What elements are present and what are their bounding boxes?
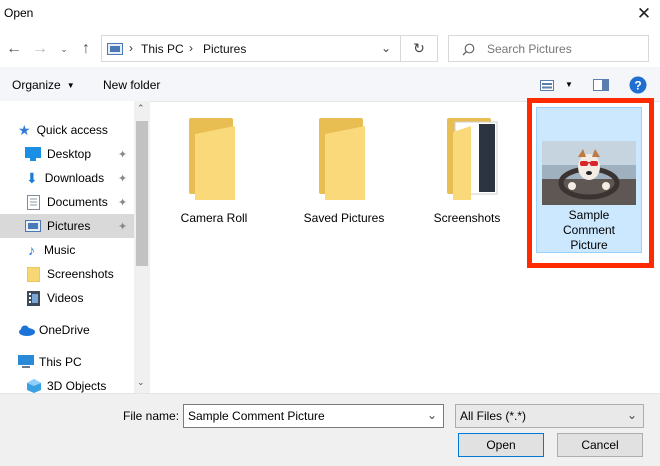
documents-icon	[27, 194, 40, 210]
sidebar-item-screenshots[interactable]: Screenshots	[0, 262, 134, 286]
toolbar: Organize ▼ New folder ▼ ?	[0, 67, 660, 102]
address-bar[interactable]: › This PC › Pictures ⌄	[101, 35, 401, 62]
back-arrow-icon[interactable]: ←	[4, 38, 24, 60]
sidebar-item-desktop[interactable]: Desktop ✦	[0, 142, 134, 166]
sidebar-item-label: Downloads	[44, 171, 105, 185]
title-bar: Open ✕	[0, 0, 660, 30]
bottom-bar: File name: Sample Comment Picture ⌄ All …	[0, 393, 660, 466]
download-icon: ⬇	[26, 169, 38, 186]
organize-dropdown-icon: ▼	[66, 80, 75, 90]
breadcrumb-this-pc[interactable]: This PC	[141, 42, 184, 56]
forward-arrow-icon[interactable]: →	[30, 38, 50, 60]
file-item-sample-comment-picture[interactable]: Sample Comment Picture	[536, 107, 642, 253]
file-item-saved-pictures[interactable]: Saved Pictures	[294, 118, 394, 225]
onedrive-cloud-icon	[19, 325, 35, 336]
pin-icon: ✦	[118, 149, 128, 161]
sidebar-item-label: Quick access	[36, 123, 108, 137]
computer-icon	[18, 355, 34, 368]
pictures-folder-icon	[107, 43, 123, 55]
sidebar-item-downloads[interactable]: ⬇ Downloads ✦	[0, 166, 134, 190]
address-dropdown-chevron-icon[interactable]: ⌄	[381, 41, 391, 55]
new-folder-button[interactable]: New folder	[103, 78, 160, 92]
pictures-icon	[25, 220, 41, 232]
sidebar-item-label: Desktop	[47, 147, 92, 161]
organize-label: Organize	[12, 78, 61, 92]
sidebar-item-label: This PC	[39, 355, 82, 369]
up-arrow-icon[interactable]: ↑	[76, 38, 96, 60]
sidebar-item-label: Screenshots	[47, 267, 114, 281]
scroll-down-icon[interactable]: ⌄	[137, 377, 145, 388]
file-name-label: File name:	[123, 409, 180, 423]
breadcrumb-separator-icon: ›	[129, 41, 133, 55]
sidebar-item-label: Pictures	[47, 219, 91, 233]
file-type-dropdown-chevron-icon[interactable]: ⌄	[627, 408, 637, 422]
file-name-input[interactable]: Sample Comment Picture ⌄	[183, 404, 444, 428]
sidebar-item-label: OneDrive	[39, 323, 90, 337]
sidebar-item-onedrive[interactable]: OneDrive	[0, 318, 134, 342]
search-icon	[462, 43, 475, 56]
window-title: Open	[4, 6, 34, 20]
file-item-label: Camera Roll	[180, 211, 248, 225]
sidebar-item-documents[interactable]: Documents ✦	[0, 190, 134, 214]
organize-button[interactable]: Organize ▼	[12, 78, 75, 92]
scrollbar-thumb[interactable]	[136, 121, 148, 266]
view-options-dropdown-icon[interactable]: ▼	[565, 80, 573, 89]
svg-text:?: ?	[634, 79, 641, 93]
help-icon[interactable]: ?	[629, 76, 647, 94]
file-name-dropdown-chevron-icon[interactable]: ⌄	[427, 408, 437, 422]
recent-locations-chevron-icon[interactable]: ⌄	[58, 38, 70, 60]
desktop-icon	[25, 147, 41, 161]
sidebar-item-label: 3D Objects	[47, 379, 107, 393]
sidebar-item-music[interactable]: ♪ Music	[0, 238, 134, 262]
folder-icon	[27, 266, 40, 282]
change-view-icon[interactable]	[540, 80, 554, 91]
star-icon: ★	[18, 121, 31, 138]
file-item-camera-roll[interactable]: Camera Roll	[164, 118, 264, 225]
breadcrumb-pictures[interactable]: Pictures	[203, 42, 246, 56]
file-item-screenshots[interactable]: Screenshots	[417, 118, 517, 225]
close-icon[interactable]: ✕	[633, 3, 655, 25]
refresh-icon[interactable]: ↻	[401, 35, 438, 62]
video-icon	[27, 290, 40, 306]
file-item-label: Sample Comment Picture	[562, 208, 615, 252]
dog-photo-thumbnail	[542, 141, 636, 205]
navigation-pane: ★ Quick access Desktop ✦ ⬇ Downloads ✦ D…	[0, 101, 150, 393]
sidebar-item-pictures[interactable]: Pictures ✦	[0, 214, 134, 238]
breadcrumb-separator-icon: ›	[189, 41, 193, 55]
sidebar-item-quick-access[interactable]: ★ Quick access	[18, 118, 134, 142]
file-type-select[interactable]: All Files (*.*) ⌄	[455, 404, 644, 428]
pin-icon: ✦	[118, 197, 128, 209]
music-icon: ♪	[28, 242, 35, 258]
sidebar-item-label: Music	[44, 243, 76, 257]
file-item-label: Saved Pictures	[303, 211, 385, 225]
navigation-scrollbar[interactable]: ⌃ ⌄	[134, 101, 150, 393]
sidebar-item-label: Documents	[47, 195, 108, 209]
search-box[interactable]: Search Pictures	[448, 35, 649, 62]
open-button[interactable]: Open	[458, 433, 544, 457]
search-placeholder: Search Pictures	[487, 42, 572, 56]
sidebar-item-this-pc[interactable]: This PC	[0, 350, 134, 374]
preview-pane-icon[interactable]	[593, 79, 609, 91]
folder-icon	[319, 118, 365, 200]
folder-with-files-icon	[447, 118, 498, 200]
pin-icon: ✦	[118, 173, 128, 185]
pin-icon: ✦	[118, 221, 128, 233]
cube-icon	[27, 379, 41, 393]
file-item-label: Screenshots	[433, 211, 501, 225]
folder-icon	[189, 118, 235, 200]
sidebar-item-label: Videos	[47, 291, 84, 305]
sidebar-item-videos[interactable]: Videos	[0, 286, 134, 310]
scroll-up-icon[interactable]: ⌃	[137, 103, 145, 114]
cancel-button[interactable]: Cancel	[557, 433, 643, 457]
